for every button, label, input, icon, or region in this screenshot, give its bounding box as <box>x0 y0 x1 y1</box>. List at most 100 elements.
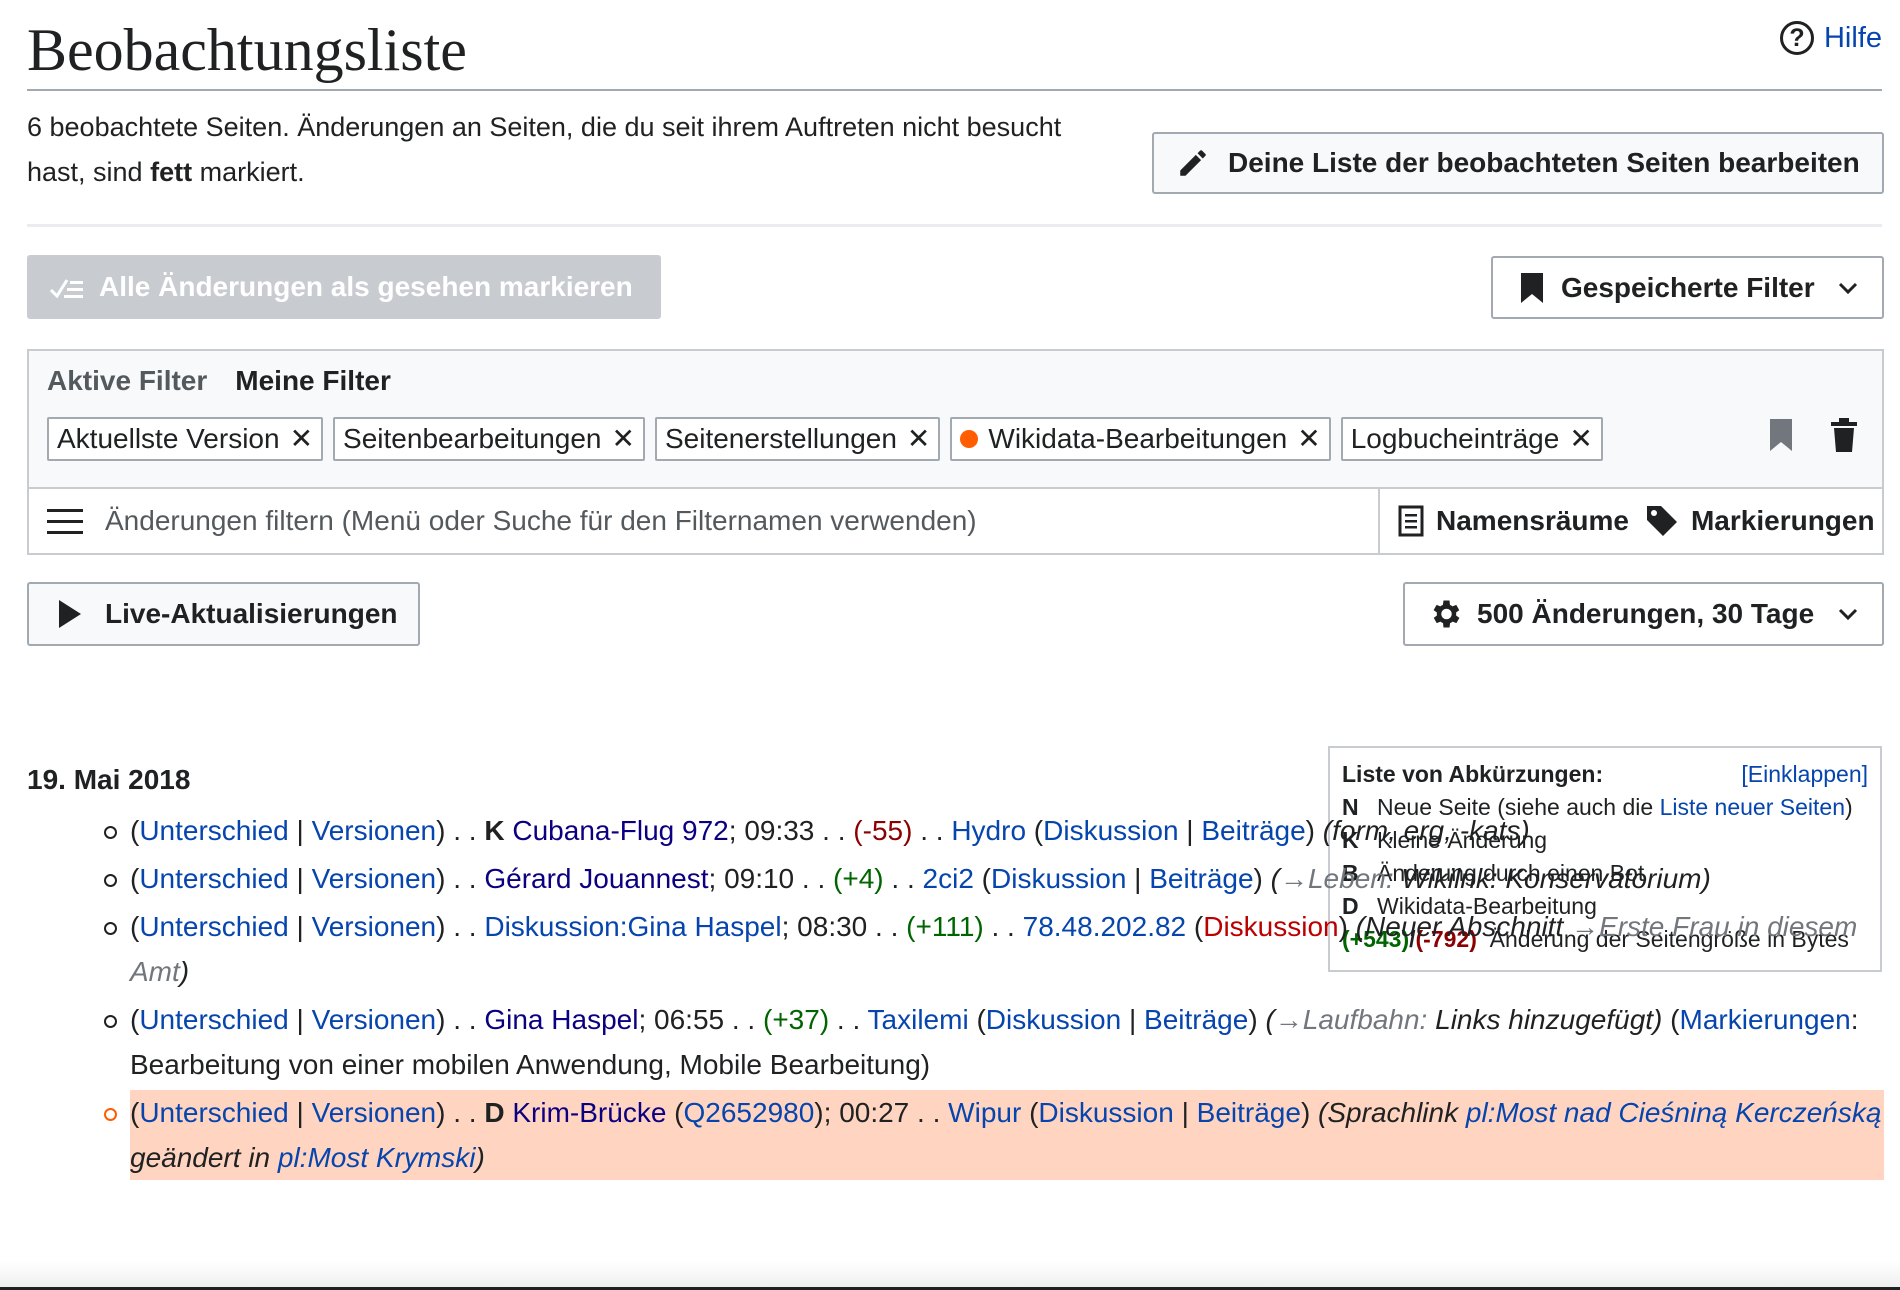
page-link[interactable]: Gina Haspel <box>484 1004 638 1035</box>
filter-chip[interactable]: Wikidata-Bearbeitungen ✕ <box>950 417 1331 461</box>
diff-link[interactable]: Unterschied <box>139 815 288 846</box>
edit-summary: (form, erg, -kats) <box>1322 815 1530 846</box>
contribs-link[interactable]: Beiträge <box>1149 863 1253 894</box>
page-link[interactable]: Gérard Jouannest <box>484 863 708 894</box>
size-diff: (+4) <box>833 863 884 894</box>
filter-chip[interactable]: Seitenerstellungen ✕ <box>654 417 941 461</box>
talk-link[interactable]: Diskussion <box>1038 1097 1173 1128</box>
legend-title: Liste von Abkürzungen: <box>1342 761 1604 787</box>
live-updates-button[interactable]: Live-Aktualisierungen <box>27 582 420 646</box>
filter-search-input[interactable]: Änderungen filtern (Menü oder Suche für … <box>29 487 1378 555</box>
size-diff: (-55) <box>853 815 913 846</box>
results-settings-label: 500 Änderungen, 30 Tage <box>1477 598 1815 629</box>
mark-all-seen-button[interactable]: Alle Änderungen als gesehen markieren <box>27 255 661 319</box>
filter-panel: Aktive Filter Meine Filter Aktuellste Ve… <box>27 349 1884 555</box>
page-title: Beobachtungsliste <box>27 17 467 83</box>
interlanguage-link[interactable]: pl:Most Krymski <box>278 1142 476 1173</box>
bullet-icon <box>104 1108 117 1121</box>
close-icon[interactable]: ✕ <box>1569 425 1592 453</box>
tags-label: Markierungen <box>1690 505 1875 536</box>
tags-link[interactable]: Markierungen <box>1680 1004 1851 1035</box>
interlanguage-link[interactable]: pl:Most nad Cieśniną Kerczeńską <box>1466 1097 1882 1128</box>
saved-filters-button[interactable]: Gespeicherte Filter <box>1491 256 1884 319</box>
title-divider <box>27 89 1882 91</box>
close-icon[interactable]: ✕ <box>907 425 930 453</box>
close-icon[interactable]: ✕ <box>1297 425 1320 453</box>
list-item: (Unterschied | Versionen) . . Gina Haspe… <box>96 997 1884 1087</box>
talk-link[interactable]: Diskussion <box>991 863 1126 894</box>
user-link[interactable]: 2ci2 <box>923 863 974 894</box>
size-diff: (+37) <box>763 1004 830 1035</box>
watchlist-intro: 6 beobachtete Seiten. Änderungen an Seit… <box>27 112 1062 187</box>
filter-chip-label: Wikidata-Bearbeitungen <box>988 423 1288 454</box>
tags-button[interactable]: Markierungen <box>1645 504 1875 538</box>
diff-link[interactable]: Unterschied <box>139 863 288 894</box>
user-link[interactable]: Hydro <box>951 815 1026 846</box>
history-link[interactable]: Versionen <box>312 911 437 942</box>
filter-chip[interactable]: Logbucheinträge ✕ <box>1340 417 1603 461</box>
list-item: (Unterschied | Versionen) . . Diskussion… <box>96 904 1884 994</box>
change-time: 00:27 <box>839 1097 910 1128</box>
filter-chip-label: Logbucheinträge <box>1350 423 1560 454</box>
tab-active-filters[interactable]: Aktive Filter <box>47 365 207 397</box>
contribs-link[interactable]: Beiträge <box>1197 1097 1301 1128</box>
namespaces-button[interactable]: Namensräume <box>1398 505 1629 537</box>
change-time: 09:33 <box>744 815 815 846</box>
user-link[interactable]: Taxilemi <box>868 1004 969 1035</box>
save-filter-bookmark-icon[interactable] <box>1768 417 1794 453</box>
bookmark-icon <box>1521 272 1543 303</box>
chevron-down-icon <box>1838 608 1858 621</box>
talk-link[interactable]: Diskussion <box>1043 815 1178 846</box>
trash-icon[interactable] <box>1830 417 1858 453</box>
history-link[interactable]: Versionen <box>312 1004 437 1035</box>
history-link[interactable]: Versionen <box>312 815 437 846</box>
history-link[interactable]: Versionen <box>312 863 437 894</box>
page-link[interactable]: Cubana-Flug 972 <box>512 815 728 846</box>
diff-link[interactable]: Unterschied <box>139 911 288 942</box>
change-time: 08:30 <box>797 911 868 942</box>
checklist-icon <box>49 279 83 299</box>
tab-my-filters[interactable]: Meine Filter <box>235 365 391 397</box>
filter-chip[interactable]: Seitenbearbeitungen ✕ <box>333 417 645 461</box>
bullet-icon <box>104 826 117 839</box>
live-updates-label: Live-Aktualisierungen <box>105 598 398 629</box>
mark-all-seen-label: Alle Änderungen als gesehen markieren <box>99 271 633 302</box>
page-link[interactable]: Krim-Brücke <box>512 1097 666 1128</box>
play-icon <box>59 600 81 628</box>
edit-watchlist-label: Deine Liste der beobachteten Seiten bear… <box>1228 147 1860 178</box>
filter-chip-label: Seitenbearbeitungen <box>343 423 602 454</box>
minor-flag: K <box>484 815 505 846</box>
filter-search-placeholder: Änderungen filtern (Menü oder Suche für … <box>105 505 977 536</box>
talk-link[interactable]: Diskussion <box>986 1004 1121 1035</box>
contribs-link[interactable]: Beiträge <box>1144 1004 1248 1035</box>
menu-icon[interactable] <box>47 508 83 534</box>
filter-chip[interactable]: Aktuellste Version ✕ <box>47 417 324 461</box>
history-link[interactable]: Versionen <box>312 1097 437 1128</box>
section-link[interactable]: →Leben: <box>1280 863 1394 894</box>
change-list: (Unterschied | Versionen) . . K Cubana-F… <box>96 808 1884 1183</box>
contribs-link[interactable]: Beiträge <box>1201 815 1305 846</box>
section-link[interactable]: →Laufbahn: <box>1275 1004 1428 1035</box>
highlight-dot-icon <box>960 430 979 448</box>
user-link[interactable]: Wipur <box>948 1097 1021 1128</box>
diff-link[interactable]: Unterschied <box>139 1097 288 1128</box>
help-label[interactable]: Hilfe <box>1824 22 1882 55</box>
results-settings-button[interactable]: 500 Änderungen, 30 Tage <box>1403 582 1884 646</box>
close-icon[interactable]: ✕ <box>612 425 635 453</box>
page-link[interactable]: Diskussion:Gina Haspel <box>484 911 781 942</box>
help-link[interactable]: ? Hilfe <box>1779 16 1882 60</box>
change-time: 06:55 <box>654 1004 725 1035</box>
wikidata-item-link[interactable]: Q2652980 <box>684 1097 815 1128</box>
active-filters-area: Aktive Filter Meine Filter Aktuellste Ve… <box>29 351 1882 489</box>
window-bottom-edge <box>0 1261 1900 1290</box>
user-link[interactable]: 78.48.202.82 <box>1023 911 1187 942</box>
filter-quick-buttons: Namensräume Markierungen <box>1378 487 1882 555</box>
list-item: (Unterschied | Versionen) . . Gérard Jou… <box>96 856 1884 901</box>
legend-collapse-link[interactable]: [Einklappen] <box>1741 758 1868 791</box>
bullet-icon <box>104 1015 117 1028</box>
edit-watchlist-button[interactable]: Deine Liste der beobachteten Seiten bear… <box>1152 132 1884 194</box>
change-time: 09:10 <box>724 863 795 894</box>
talk-link[interactable]: Diskussion <box>1203 911 1338 942</box>
close-icon[interactable]: ✕ <box>290 425 313 453</box>
diff-link[interactable]: Unterschied <box>139 1004 288 1035</box>
